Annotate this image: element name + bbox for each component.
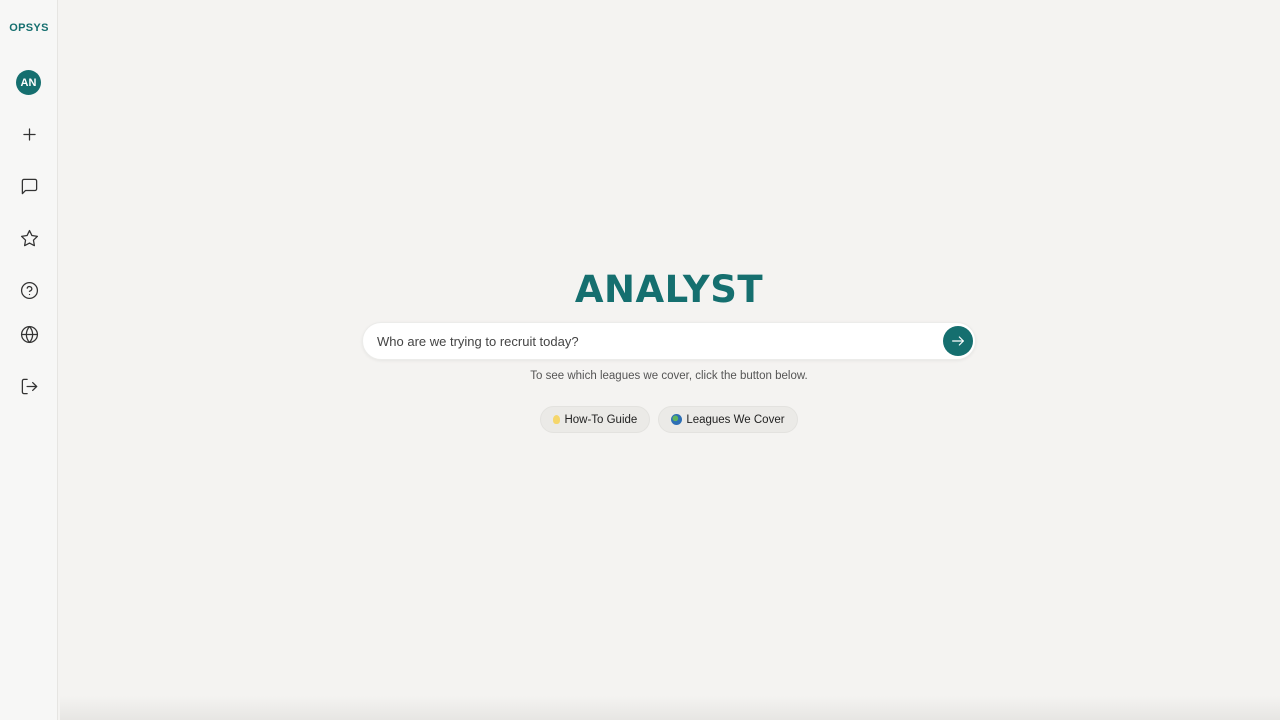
star-icon bbox=[20, 229, 38, 246]
chip-label: Leagues We Cover bbox=[686, 413, 785, 426]
globe-icon bbox=[20, 325, 38, 343]
leagues-we-cover-button[interactable]: Leagues We Cover bbox=[658, 406, 798, 433]
bottom-shadow bbox=[60, 696, 1280, 720]
search-input[interactable] bbox=[377, 323, 937, 359]
log-out-icon bbox=[21, 378, 37, 394]
logout-button[interactable] bbox=[17, 374, 41, 398]
sidebar: OPSYS AN bbox=[0, 0, 58, 720]
message-square-icon bbox=[21, 178, 37, 194]
chats-button[interactable] bbox=[17, 174, 41, 198]
chip-label: How-To Guide bbox=[564, 413, 638, 426]
user-avatar[interactable]: AN bbox=[16, 70, 41, 95]
leagues-button[interactable] bbox=[17, 322, 41, 346]
brand-logo: OPSYS bbox=[9, 22, 49, 34]
globe-emoji-icon bbox=[671, 414, 683, 425]
search-bar bbox=[362, 322, 976, 360]
send-button[interactable] bbox=[943, 326, 973, 356]
main-content: ANALYST To see which leagues we cover, c… bbox=[58, 0, 1280, 720]
how-to-guide-button[interactable]: How-To Guide bbox=[540, 406, 651, 433]
help-circle-icon bbox=[20, 281, 38, 299]
new-chat-button[interactable] bbox=[17, 122, 41, 146]
help-button[interactable] bbox=[17, 278, 41, 302]
plus-icon bbox=[22, 127, 36, 141]
favorites-button[interactable] bbox=[17, 226, 41, 250]
hint-text: To see which leagues we cover, click the… bbox=[530, 370, 808, 382]
app-window: OPSYS AN ANALYST Who are we trying to re… bbox=[0, 0, 1280, 720]
page-title: ANALYST bbox=[574, 268, 764, 311]
arrow-right-icon bbox=[952, 336, 964, 346]
lightbulb-icon bbox=[553, 415, 561, 424]
quick-actions: How-To Guide Leagues We Cover bbox=[58, 406, 1280, 433]
